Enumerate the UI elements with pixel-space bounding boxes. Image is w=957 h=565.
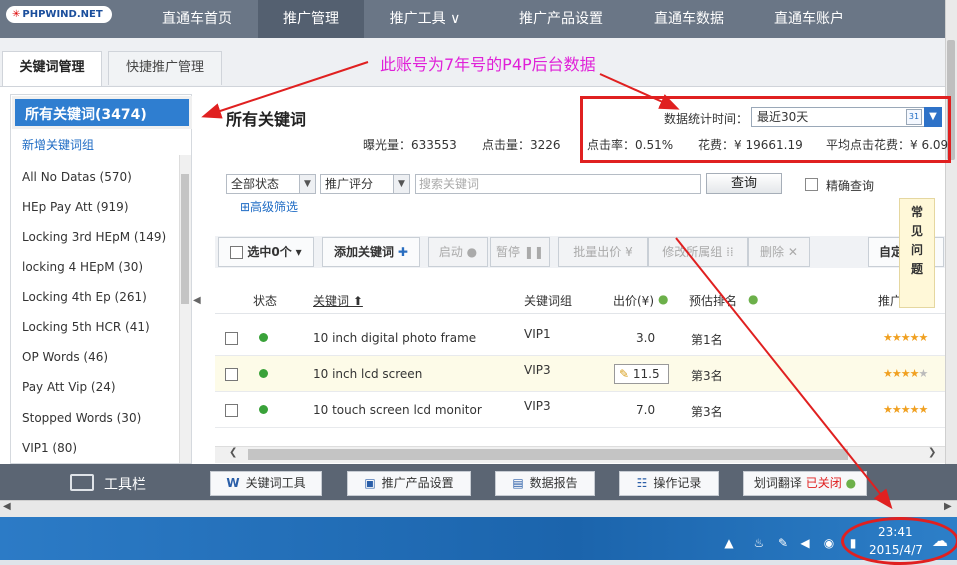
arrow-line (675, 237, 893, 510)
arrow-line (201, 61, 369, 119)
annotation-arrows (201, 61, 893, 510)
arrow-line (599, 73, 680, 110)
